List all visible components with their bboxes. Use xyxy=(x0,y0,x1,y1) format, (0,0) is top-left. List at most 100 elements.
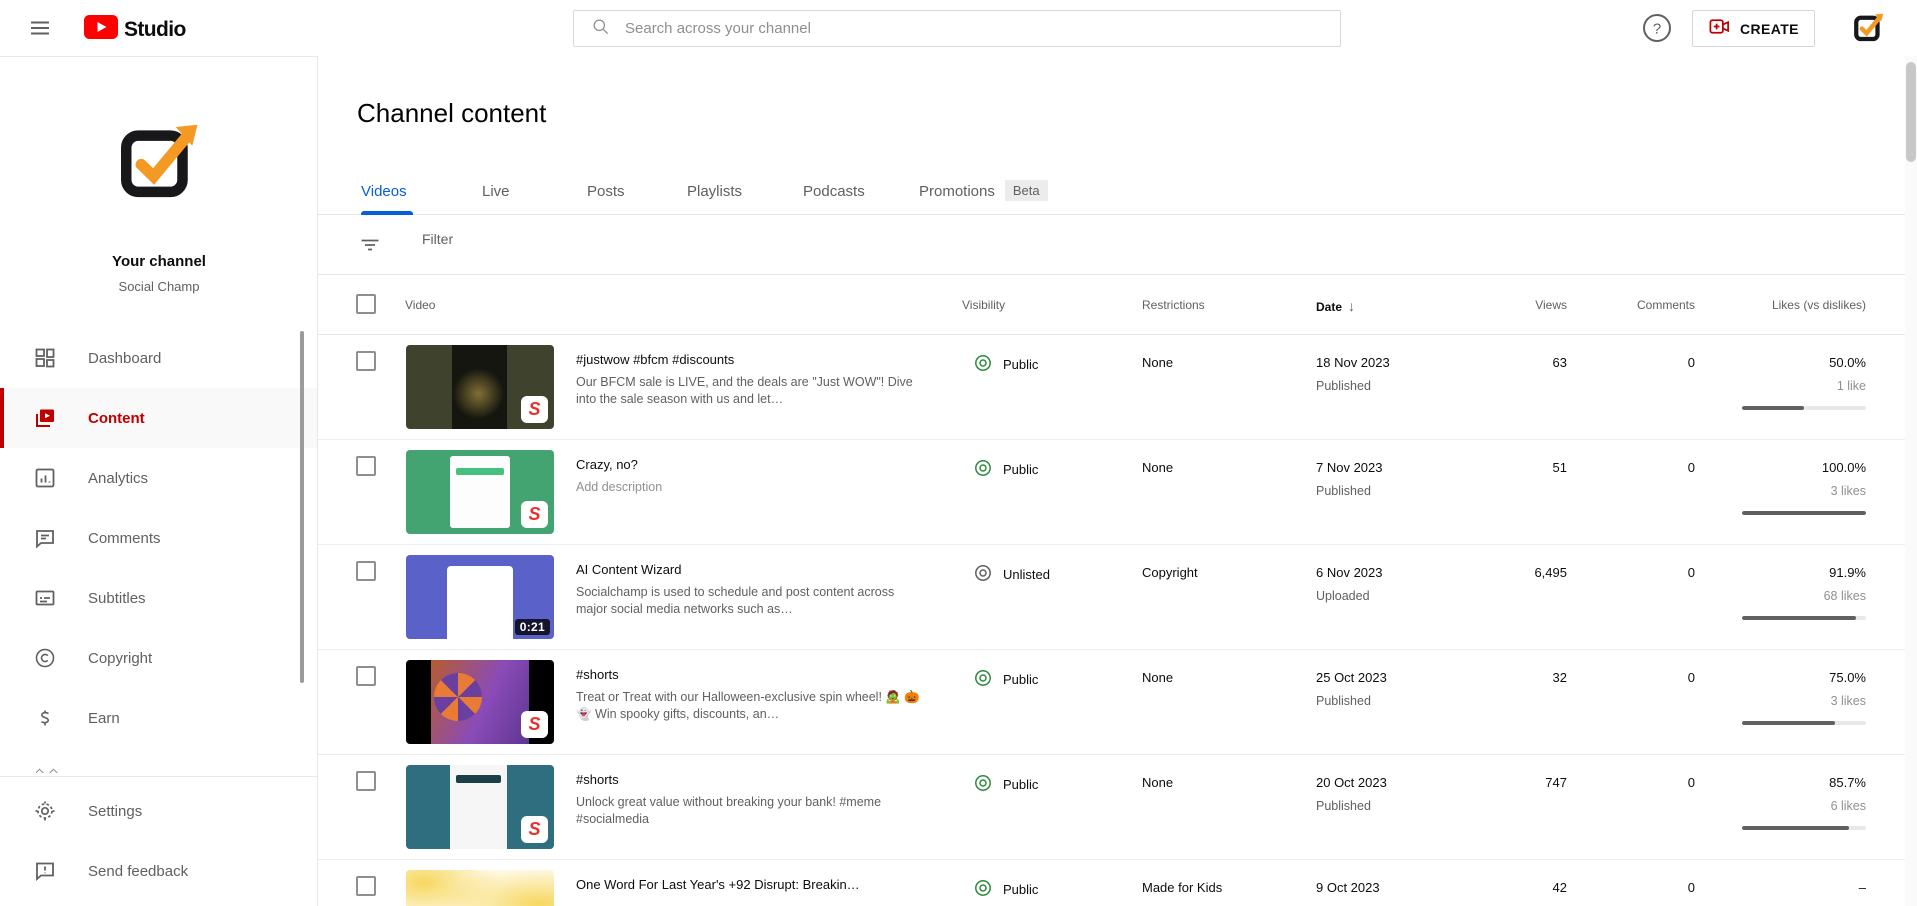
tab-live[interactable]: Live xyxy=(482,172,510,215)
visibility-eye-icon xyxy=(973,458,993,481)
video-title[interactable]: AI Content Wizard xyxy=(576,561,928,578)
column-likes[interactable]: Likes (vs dislikes) xyxy=(1716,298,1866,312)
video-title[interactable]: #shorts xyxy=(576,666,928,683)
sidebar-item-analytics[interactable]: Analytics xyxy=(0,448,317,508)
likes-count: 6 likes xyxy=(1716,799,1866,813)
likes-ratio-bar xyxy=(1742,616,1866,620)
tab-playlists[interactable]: Playlists xyxy=(687,172,742,215)
video-title[interactable]: #shorts xyxy=(576,771,928,788)
sidebar-item-label: Settings xyxy=(88,803,142,820)
table-header: Video Visibility Restrictions Date↓ View… xyxy=(318,275,1917,335)
sidebar-item-subtitles[interactable]: Subtitles xyxy=(0,568,317,628)
video-info: #shorts Treat or Treat with our Hallowee… xyxy=(576,666,928,723)
column-restrictions: Restrictions xyxy=(1142,298,1205,312)
sidebar-item-comments[interactable]: Comments xyxy=(0,508,317,568)
sidebar-divider xyxy=(0,776,317,777)
views-cell: 6,495 xyxy=(1467,565,1567,580)
earn-icon xyxy=(33,706,57,730)
restrictions-cell: None xyxy=(1142,355,1173,370)
views-cell: 63 xyxy=(1467,355,1567,370)
row-checkbox[interactable] xyxy=(356,351,376,371)
account-avatar[interactable] xyxy=(1852,10,1886,44)
select-all-checkbox[interactable] xyxy=(356,294,376,314)
youtube-studio-page: Studio ? CREATE Your channel Social Cham… xyxy=(0,0,1917,906)
restrictions-cell: Made for Kids xyxy=(1142,880,1222,895)
help-icon[interactable]: ? xyxy=(1642,13,1672,43)
table-row[interactable]: S #shorts Treat or Treat with our Hallow… xyxy=(318,650,1917,755)
likes-percentage: – xyxy=(1716,880,1866,895)
create-button[interactable]: CREATE xyxy=(1692,10,1815,47)
copyright-icon xyxy=(33,646,57,670)
sidebar-item-dashboard[interactable]: Dashboard xyxy=(0,328,317,388)
video-description: Treat or Treat with our Halloween-exclus… xyxy=(576,689,928,723)
sidebar-item-earn[interactable]: Earn xyxy=(0,688,317,748)
tab-posts[interactable]: Posts xyxy=(587,172,625,215)
row-checkbox[interactable] xyxy=(356,456,376,476)
visibility-cell: Public xyxy=(973,878,1038,901)
hamburger-menu-icon[interactable] xyxy=(28,16,52,40)
date-status: Published xyxy=(1316,799,1387,813)
visibility-label: Public xyxy=(1003,777,1038,792)
comments-cell: 0 xyxy=(1595,355,1695,370)
table-row[interactable]: S One Word For Last Year's +92 Disrupt: … xyxy=(318,860,1917,906)
column-comments[interactable]: Comments xyxy=(1595,298,1695,312)
video-title[interactable]: One Word For Last Year's +92 Disrupt: Br… xyxy=(576,876,928,893)
video-title[interactable]: #justwow #bfcm #discounts xyxy=(576,351,928,368)
sidebar-item-send-feedback[interactable]: Send feedback xyxy=(0,841,317,901)
video-thumbnail[interactable]: S xyxy=(406,345,554,429)
create-button-label: CREATE xyxy=(1740,21,1799,37)
likes-count: 68 likes xyxy=(1716,589,1866,603)
sidebar: Your channel Social Champ Dashboard Cont… xyxy=(0,56,318,906)
search-input[interactable] xyxy=(625,20,1340,37)
filter-input[interactable] xyxy=(422,231,922,247)
date-value: 25 Oct 2023 xyxy=(1316,670,1387,685)
likes-percentage: 91.9% xyxy=(1716,565,1866,580)
likes-ratio-fill xyxy=(1742,721,1835,725)
tab-promotions[interactable]: PromotionsBeta xyxy=(919,172,1048,215)
socialchamp-logo-badge: S xyxy=(521,711,548,738)
table-row[interactable]: S #justwow #bfcm #discounts Our BFCM sal… xyxy=(318,335,1917,440)
views-cell: 51 xyxy=(1467,460,1567,475)
video-info: One Word For Last Year's +92 Disrupt: Br… xyxy=(576,876,928,893)
visibility-cell: Public xyxy=(973,353,1038,376)
column-date-sort[interactable]: Date↓ xyxy=(1316,298,1355,314)
likes-ratio-bar xyxy=(1742,826,1866,830)
sidebar-item-label: Send feedback xyxy=(88,863,188,880)
date-cell: 6 Nov 2023 Uploaded xyxy=(1316,565,1383,603)
likes-count: 3 likes xyxy=(1716,694,1866,708)
sidebar-item-settings[interactable]: Settings xyxy=(0,781,317,841)
tab-podcasts[interactable]: Podcasts xyxy=(803,172,865,215)
sidebar-footer-nav: Settings Send feedback xyxy=(0,781,317,901)
sidebar-item-copyright[interactable]: Copyright xyxy=(0,628,317,688)
visibility-cell: Public xyxy=(973,458,1038,481)
restrictions-cell: Copyright xyxy=(1142,565,1198,580)
video-info: #shorts Unlock great value without break… xyxy=(576,771,928,828)
video-thumbnail[interactable]: S xyxy=(406,870,554,906)
sidebar-item-content[interactable]: Content xyxy=(0,388,317,448)
table-row[interactable]: S 0:21 AI Content Wizard Socialchamp is … xyxy=(318,545,1917,650)
row-checkbox[interactable] xyxy=(356,876,376,896)
row-checkbox[interactable] xyxy=(356,666,376,686)
sidebar-scrollbar[interactable] xyxy=(300,331,304,683)
table-row[interactable]: S #shorts Unlock great value without bre… xyxy=(318,755,1917,860)
video-thumbnail[interactable]: S xyxy=(406,660,554,744)
video-thumbnail[interactable]: S xyxy=(406,765,554,849)
video-title[interactable]: Crazy, no? xyxy=(576,456,928,473)
thumbnail-art xyxy=(406,870,554,906)
date-cell: 25 Oct 2023 Published xyxy=(1316,670,1387,708)
row-checkbox[interactable] xyxy=(356,561,376,581)
row-checkbox[interactable] xyxy=(356,771,376,791)
video-thumbnail[interactable]: S xyxy=(406,450,554,534)
comments-cell: 0 xyxy=(1595,775,1695,790)
table-row[interactable]: S Crazy, no? Add description Public None… xyxy=(318,440,1917,545)
column-views[interactable]: Views xyxy=(1467,298,1567,312)
page-scrollbar-thumb[interactable] xyxy=(1906,62,1916,162)
youtube-studio-logo[interactable]: Studio xyxy=(84,15,186,44)
visibility-label: Public xyxy=(1003,462,1038,477)
channel-search-box[interactable] xyxy=(573,10,1341,47)
video-thumbnail[interactable]: S 0:21 xyxy=(406,555,554,639)
likes-cell: 85.7% 6 likes xyxy=(1716,775,1866,830)
settings-gear-icon xyxy=(33,799,57,823)
tab-videos[interactable]: Videos xyxy=(361,172,407,215)
channel-avatar[interactable] xyxy=(115,115,205,205)
